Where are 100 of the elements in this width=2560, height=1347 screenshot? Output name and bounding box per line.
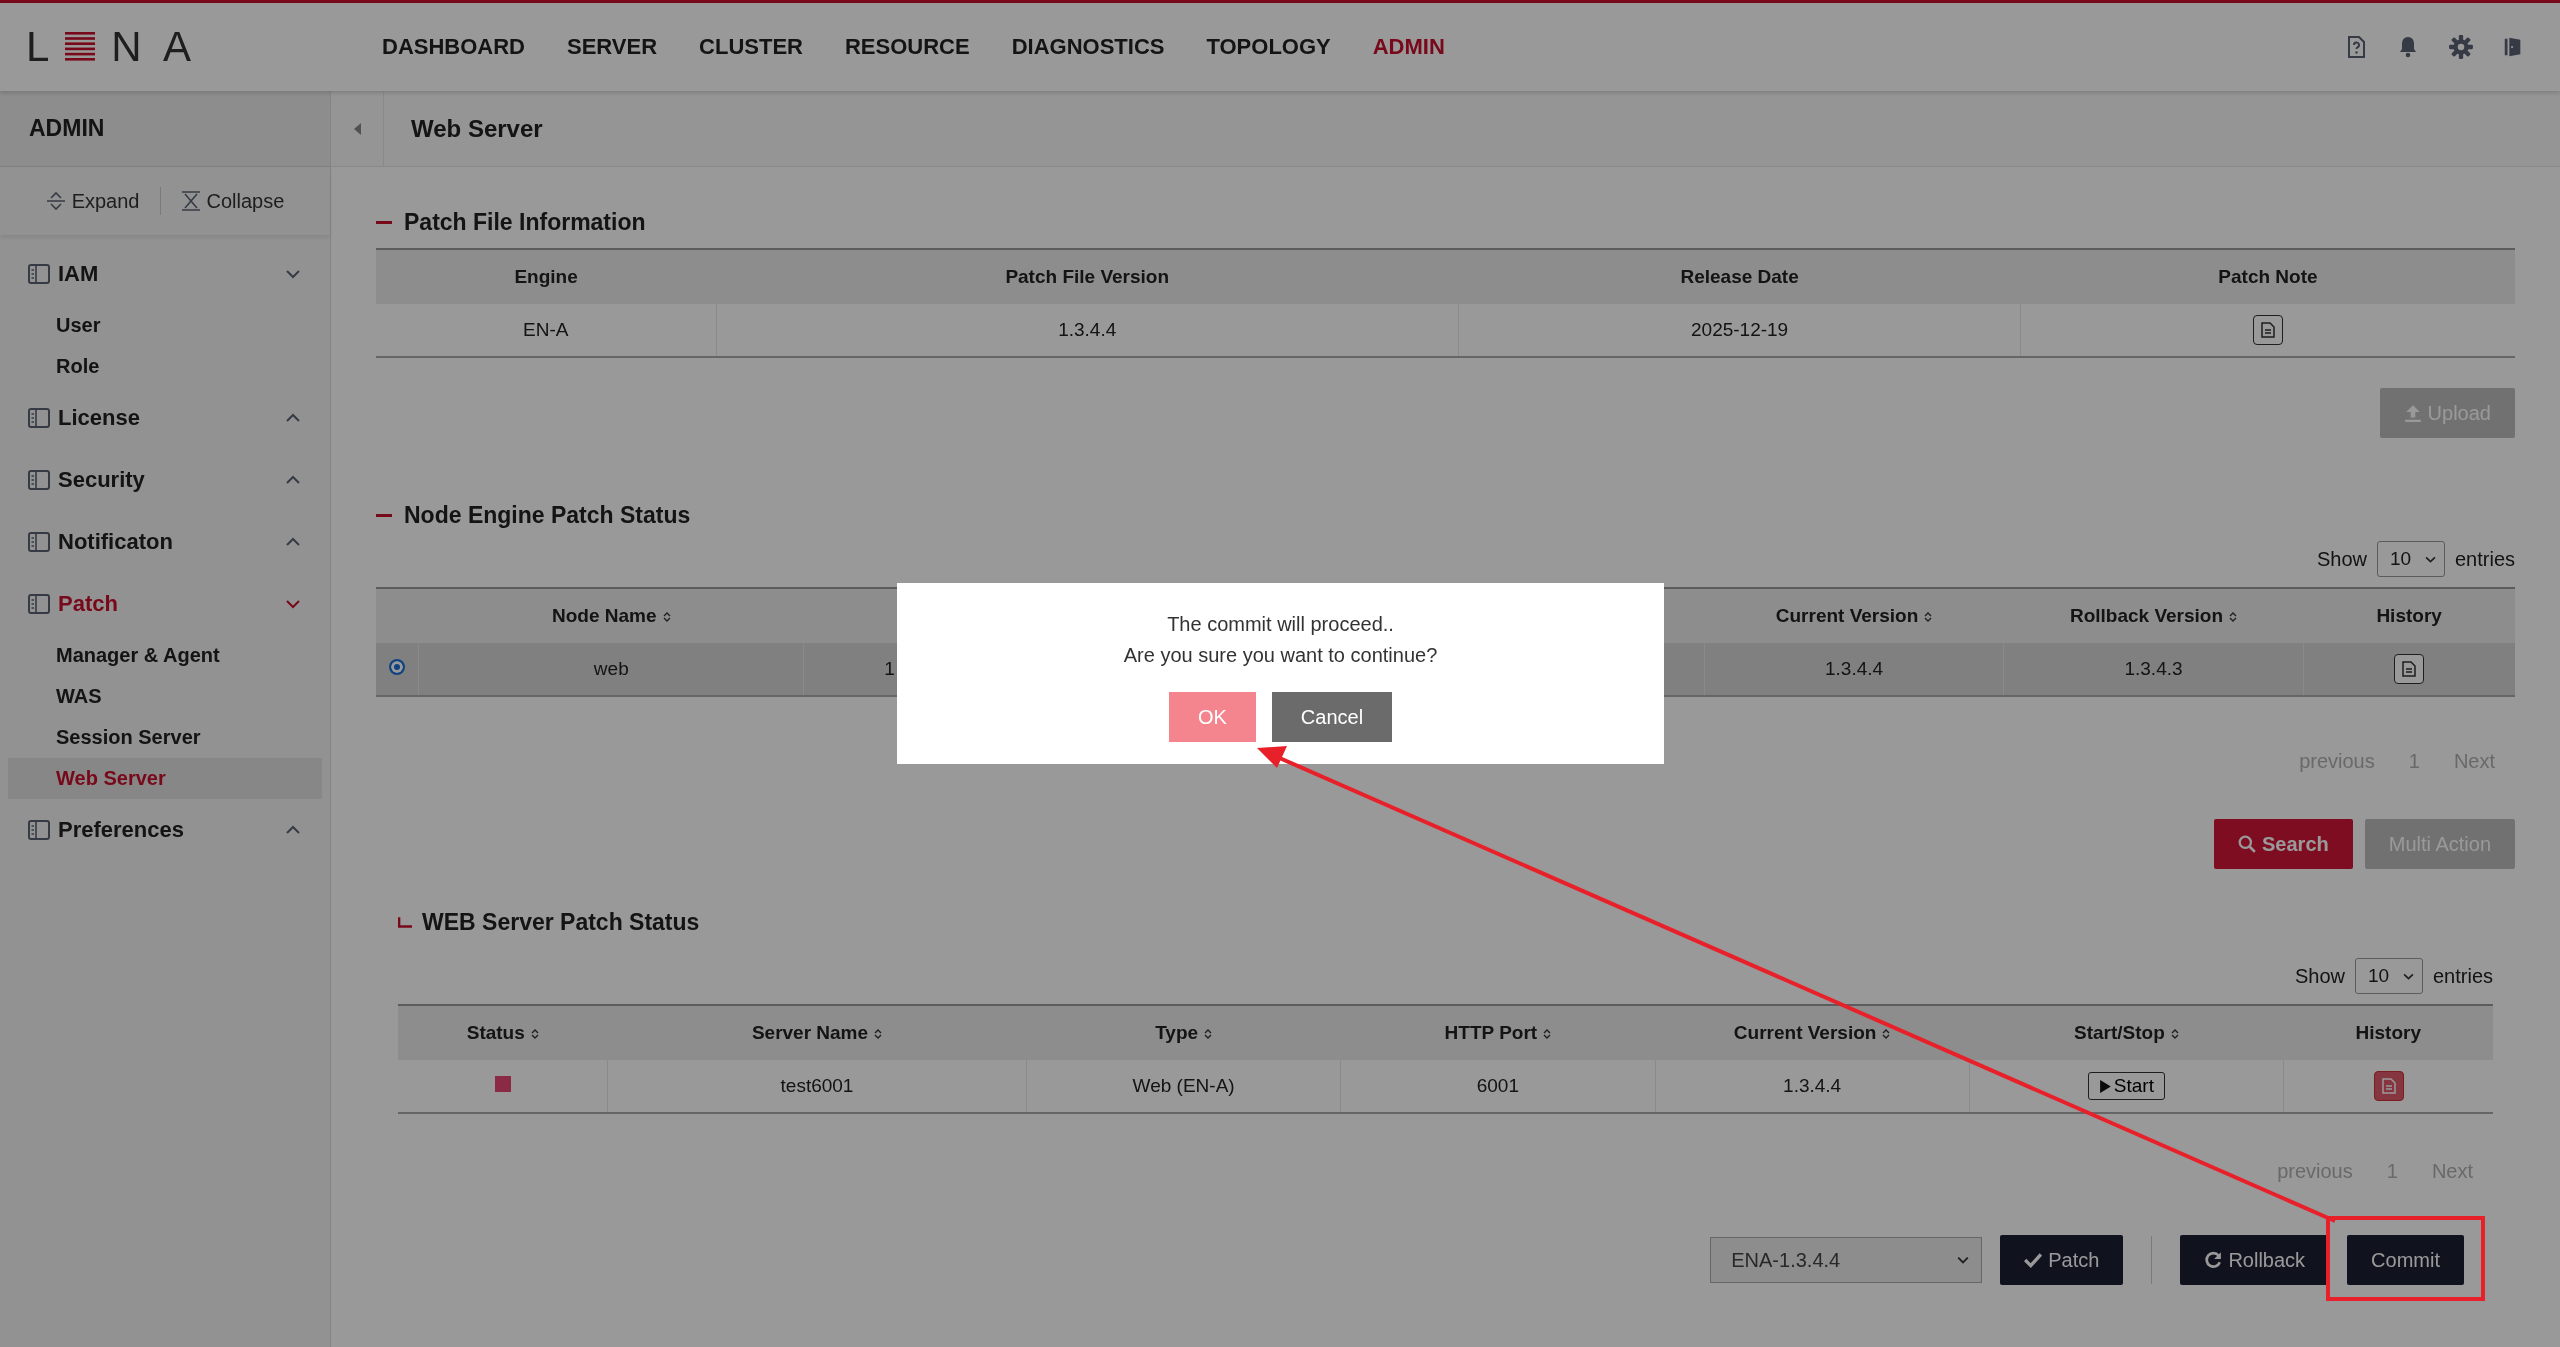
page-size-select[interactable]: 10 xyxy=(2354,958,2423,994)
sidebar-group[interactable]: License xyxy=(8,387,322,449)
sidebar-item[interactable]: Role xyxy=(8,346,322,387)
logo-letter: L xyxy=(26,23,56,71)
page-size-select[interactable]: 10 xyxy=(2376,541,2445,577)
sort-icon xyxy=(530,1028,539,1040)
menu-panel-icon xyxy=(28,470,50,490)
start-button[interactable]: Start xyxy=(2087,1072,2165,1100)
table-cell: 1.3.4.4 xyxy=(1704,643,2004,696)
document-icon-button[interactable] xyxy=(2394,654,2425,684)
table-cell: 1.3.4.4 xyxy=(1655,1060,1970,1113)
expand-button[interactable]: Expand xyxy=(39,188,146,214)
document-icon xyxy=(2402,661,2417,677)
section-title: WEB Server Patch Status xyxy=(422,909,700,936)
nav-link[interactable]: TOPOLOGY xyxy=(1206,34,1331,60)
nav-link[interactable]: DASHBOARD xyxy=(382,34,525,60)
dialog-message: The commit will proceed.. xyxy=(1167,612,1394,637)
nav-link[interactable]: RESOURCE xyxy=(844,34,970,60)
nav-link[interactable]: DIAGNOSTICS xyxy=(1011,34,1165,60)
sidebar-group[interactable]: Security xyxy=(8,449,322,511)
nav-link[interactable]: CLUSTER xyxy=(699,34,803,60)
dialog-message: Are you sure you want to continue? xyxy=(1123,643,1438,668)
menu-panel-icon xyxy=(28,264,50,284)
cancel-button[interactable]: Cancel xyxy=(1272,692,1392,742)
chevron-icon xyxy=(286,599,300,609)
sort-icon xyxy=(1204,1028,1213,1040)
menu-panel-icon xyxy=(28,532,50,552)
menu-panel-icon xyxy=(28,594,50,614)
sidebar-group[interactable]: Patch xyxy=(8,573,322,635)
sort-icon xyxy=(874,1028,883,1040)
table-cell: 1 xyxy=(884,658,895,679)
column-header[interactable]: Node Name xyxy=(418,588,804,643)
chevron-icon xyxy=(286,269,300,279)
document-icon xyxy=(2381,1078,2396,1094)
section-title: Patch File Information xyxy=(404,209,646,236)
sidebar-group[interactable]: Preferences xyxy=(8,799,322,861)
table-cell: web xyxy=(418,643,804,696)
search-button[interactable]: Search xyxy=(2214,819,2353,869)
sidebar-item[interactable]: Web Server xyxy=(8,758,322,799)
version-select[interactable]: ENA-1.3.4.4 xyxy=(1710,1237,1983,1283)
menu-panel-icon xyxy=(28,408,50,428)
section-title: Node Engine Patch Status xyxy=(404,502,691,529)
sidebar-item[interactable]: Session Server xyxy=(8,717,322,758)
sort-icon xyxy=(2170,1028,2179,1040)
upload-icon xyxy=(2403,404,2422,422)
play-icon xyxy=(2098,1078,2112,1094)
column-header[interactable]: Current Version xyxy=(1655,1005,1970,1060)
collapse-caret-icon[interactable] xyxy=(352,121,362,136)
commit-button[interactable]: Commit xyxy=(2347,1235,2464,1285)
caret-icon xyxy=(1957,1256,1970,1264)
document-icon-button[interactable] xyxy=(2253,315,2284,345)
sidebar-item[interactable]: User xyxy=(8,305,322,346)
column-header[interactable]: Type xyxy=(1026,1005,1341,1060)
chevron-icon xyxy=(286,825,300,835)
settings-icon[interactable] xyxy=(2448,34,2474,60)
column-header[interactable]: History xyxy=(2303,588,2515,643)
column-header[interactable]: Status xyxy=(398,1005,608,1060)
entries-label: entries xyxy=(2432,964,2493,988)
collapse-button[interactable]: Collapse xyxy=(174,188,291,214)
patch-button[interactable]: Patch xyxy=(2000,1235,2124,1285)
table-cell: 1.3.4.4 xyxy=(716,304,1459,357)
table-cell: EN-A xyxy=(376,304,717,357)
column-header[interactable]: Rollback Version xyxy=(2003,588,2304,643)
sidebar-item[interactable]: WAS xyxy=(8,676,322,717)
show-label: Show xyxy=(2316,547,2367,571)
nav-link[interactable]: ADMIN xyxy=(1372,34,1445,60)
column-header[interactable]: Current Version xyxy=(1704,588,2004,643)
caret-icon xyxy=(2402,972,2414,980)
nav-link[interactable]: SERVER xyxy=(567,34,658,60)
column-header[interactable]: Server Name xyxy=(607,1005,1027,1060)
check-icon xyxy=(2024,1251,2043,1269)
radio-button[interactable] xyxy=(389,659,406,675)
chevron-icon xyxy=(286,413,300,423)
history-document-button[interactable] xyxy=(2373,1071,2404,1101)
logo-stripes-icon xyxy=(65,31,96,63)
chevron-icon xyxy=(286,537,300,547)
column-header[interactable]: HTTP Port xyxy=(1340,1005,1655,1060)
search-icon xyxy=(2238,835,2256,853)
column-header: Patch File Version xyxy=(716,249,1459,304)
table-cell: 2025-12-19 xyxy=(1458,304,2021,357)
sort-icon xyxy=(1924,611,1933,623)
sidebar-title: ADMIN xyxy=(29,115,105,142)
column-header: Release Date xyxy=(1458,249,2021,304)
sidebar-item[interactable]: Manager & Agent xyxy=(8,635,322,676)
entries-label: entries xyxy=(2454,547,2515,571)
corner-mark-icon xyxy=(398,916,412,929)
sort-icon xyxy=(662,611,671,623)
table-cell: 6001 xyxy=(1340,1060,1655,1113)
expand-icon xyxy=(45,191,66,211)
table-cell: 1.3.4.3 xyxy=(2003,643,2304,696)
sidebar-group[interactable]: Notificaton xyxy=(8,511,322,573)
column-header[interactable]: History xyxy=(2283,1005,2493,1060)
logo-letters: N A xyxy=(111,23,198,71)
column-header[interactable]: Start/Stop xyxy=(1969,1005,2284,1060)
page-title: Web Server xyxy=(411,114,543,143)
sidebar-group[interactable]: IAM xyxy=(8,243,322,305)
menu-panel-icon xyxy=(28,820,50,840)
caret-icon xyxy=(2424,555,2436,563)
show-label: Show xyxy=(2294,964,2345,988)
collapse-icon xyxy=(180,191,201,211)
